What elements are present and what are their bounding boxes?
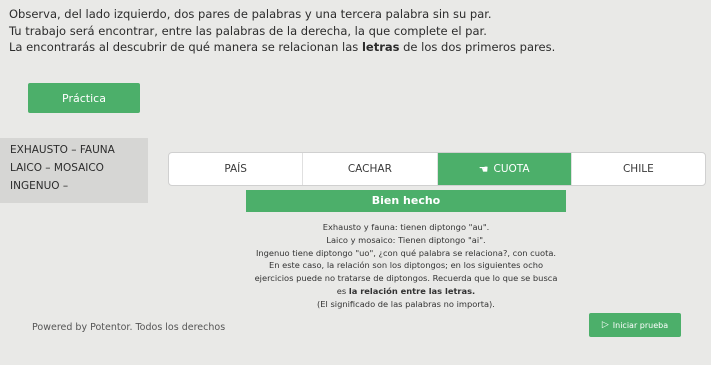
instructions: Observa, del lado izquierdo, dos pares d… bbox=[9, 6, 699, 56]
option-label: CACHAR bbox=[347, 163, 392, 175]
feedback-line: Laico y mosaico: Tienen diptongo "ai". bbox=[326, 234, 486, 245]
instruction-line-3-end: de los dos primeros pares. bbox=[399, 40, 556, 54]
instruction-line-3: La encontrarás al descubrir de qué maner… bbox=[9, 39, 699, 56]
option-label: PAÍS bbox=[224, 163, 247, 175]
feedback-body: Exhausto y fauna: tienen diptongo "au". … bbox=[246, 212, 566, 311]
feedback-line: Exhausto y fauna: tienen diptongo "au". bbox=[322, 222, 490, 232]
feedback-panel: Bien hecho Exhausto y fauna: tienen dipt… bbox=[246, 190, 566, 311]
answer-options: PAÍS CACHAR ☚ CUOTA CHILE bbox=[168, 152, 706, 186]
hand-pointer-icon: ☚ bbox=[478, 162, 489, 176]
play-icon: ▷ bbox=[601, 320, 609, 330]
word-pair: LAICO – MOSAICO bbox=[10, 162, 104, 174]
start-test-label: Iniciar prueba bbox=[612, 320, 669, 330]
option-chile[interactable]: CHILE bbox=[572, 153, 705, 185]
option-cachar[interactable]: CACHAR bbox=[303, 153, 438, 185]
feedback-title: Bien hecho bbox=[246, 190, 566, 212]
option-label: CUOTA bbox=[493, 163, 530, 175]
instruction-line-1: Observa, del lado izquierdo, dos pares d… bbox=[9, 7, 492, 21]
option-cuota[interactable]: ☚ CUOTA bbox=[437, 153, 572, 185]
practice-button[interactable]: Práctica bbox=[28, 83, 140, 113]
feedback-line: En este caso, la relación son los dipton… bbox=[252, 259, 560, 297]
instruction-line-3-start: La encontrarás al descubrir de qué maner… bbox=[9, 40, 362, 54]
option-label: CHILE bbox=[622, 163, 654, 175]
footer-credit: Powered by Potentor. Todos los derechos bbox=[32, 322, 226, 333]
instruction-line-2: Tu trabajo será encontrar, entre las pal… bbox=[9, 23, 487, 38]
feedback-line-bold: la relación entre las letras. bbox=[348, 285, 476, 296]
instruction-line-3-bold: letras bbox=[361, 40, 400, 54]
word-pairs-panel: EXHAUSTO – FAUNA LAICO – MOSAICO INGENUO… bbox=[0, 138, 148, 203]
word-pair-incomplete: INGENUO – bbox=[10, 180, 69, 192]
word-pair: EXHAUSTO – FAUNA bbox=[10, 144, 115, 156]
option-pais[interactable]: PAÍS bbox=[169, 153, 304, 185]
feedback-line: (El significado de las palabras no impor… bbox=[317, 298, 495, 309]
start-test-button[interactable]: ▷ Iniciar prueba bbox=[589, 313, 681, 337]
feedback-line: Ingenuo tiene diptongo "uo", ¿con qué pa… bbox=[255, 247, 557, 258]
